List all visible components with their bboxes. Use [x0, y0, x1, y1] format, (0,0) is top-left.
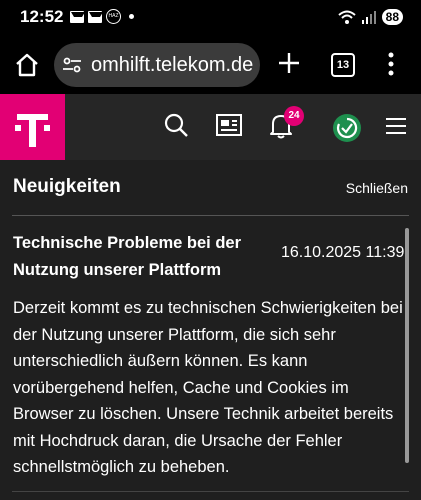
news-icon[interactable]	[215, 112, 243, 138]
browser-toolbar: omhilft.telekom.de 13	[0, 38, 421, 94]
divider	[12, 215, 409, 216]
home-icon[interactable]	[14, 52, 40, 78]
status-icon[interactable]	[332, 113, 362, 143]
battery-level: 88	[381, 9, 403, 25]
news-body: Derzeit kommt es zu technischen Schwieri…	[13, 299, 403, 476]
haz-icon: HAZ	[106, 9, 121, 24]
mail-icon	[70, 10, 85, 23]
mail-icon	[88, 10, 103, 23]
status-bar: 12:52 HAZ 88	[0, 0, 421, 38]
close-button[interactable]: Schließen	[346, 180, 408, 196]
divider	[12, 491, 409, 492]
wifi-icon	[337, 10, 356, 24]
news-headline: Technische Probleme bei der Nutzung unse…	[13, 234, 242, 279]
scrollbar[interactable]	[405, 228, 409, 463]
telekom-t-icon	[15, 114, 50, 147]
more-notifications-icon	[129, 14, 134, 19]
news-title: Neuigkeiten	[13, 176, 121, 197]
signal-icon	[361, 11, 376, 24]
system-icons: 88	[337, 9, 403, 25]
news-date: 16.10.2025 11:39	[281, 244, 405, 261]
address-bar[interactable]: omhilft.telekom.de	[54, 43, 260, 87]
tune-icon[interactable]	[62, 55, 82, 75]
hamburger-icon[interactable]	[385, 117, 407, 135]
news-panel: Neuigkeiten Schließen Technische Problem…	[0, 160, 421, 500]
url-text: omhilft.telekom.de	[91, 54, 254, 76]
tabs-button[interactable]: 13	[331, 53, 355, 77]
telekom-logo[interactable]	[0, 94, 65, 160]
status-time: 12:52	[20, 7, 64, 26]
site-header: 24	[0, 94, 421, 160]
more-vert-icon[interactable]	[387, 52, 395, 76]
search-icon[interactable]	[163, 112, 189, 138]
notification-icons: HAZ	[70, 9, 134, 24]
notification-badge: 24	[284, 106, 304, 126]
plus-icon[interactable]	[276, 50, 302, 76]
